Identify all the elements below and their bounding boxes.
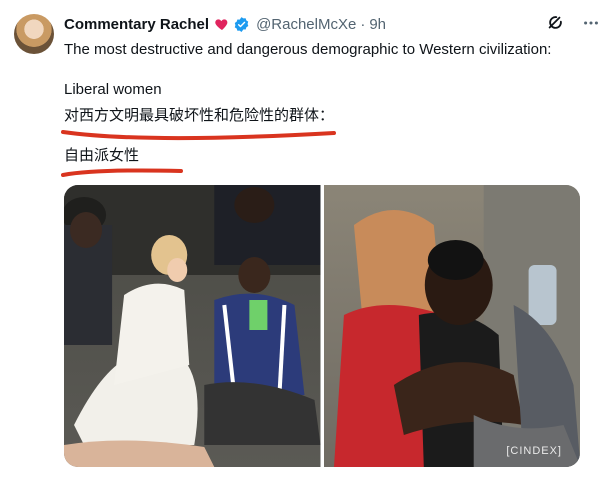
red-heart-icon (214, 16, 230, 32)
timestamp[interactable]: 9h (369, 16, 386, 33)
watermark: [CINDEX] (506, 445, 562, 457)
more-options-icon[interactable] (582, 14, 600, 32)
tweet-text-line: Liberal women (64, 81, 162, 98)
media-grid[interactable]: [CINDEX] (64, 185, 580, 467)
red-underline (61, 130, 336, 141)
author-name[interactable]: Commentary Rachel (64, 16, 209, 33)
header-actions (546, 14, 600, 32)
photo-right[interactable]: [CINDEX] (323, 185, 580, 467)
separator-dot: · (360, 15, 366, 33)
author-handle[interactable]: @RachelMcXe (256, 16, 356, 33)
tweet-text-line: The most destructive and dangerous demog… (64, 41, 552, 58)
chinese-translation-line: 对西方文明最具破坏性和危险性的群体： (64, 107, 335, 124)
verified-badge-icon (233, 16, 250, 33)
avatar[interactable] (14, 14, 54, 54)
photo-left[interactable] (64, 185, 321, 467)
tweet-header: Commentary Rachel @RachelMcXe · 9h (64, 14, 600, 34)
chinese-translation-line: 自由派女性 (64, 147, 140, 164)
grok-icon[interactable] (546, 14, 564, 32)
red-underline (61, 168, 183, 177)
